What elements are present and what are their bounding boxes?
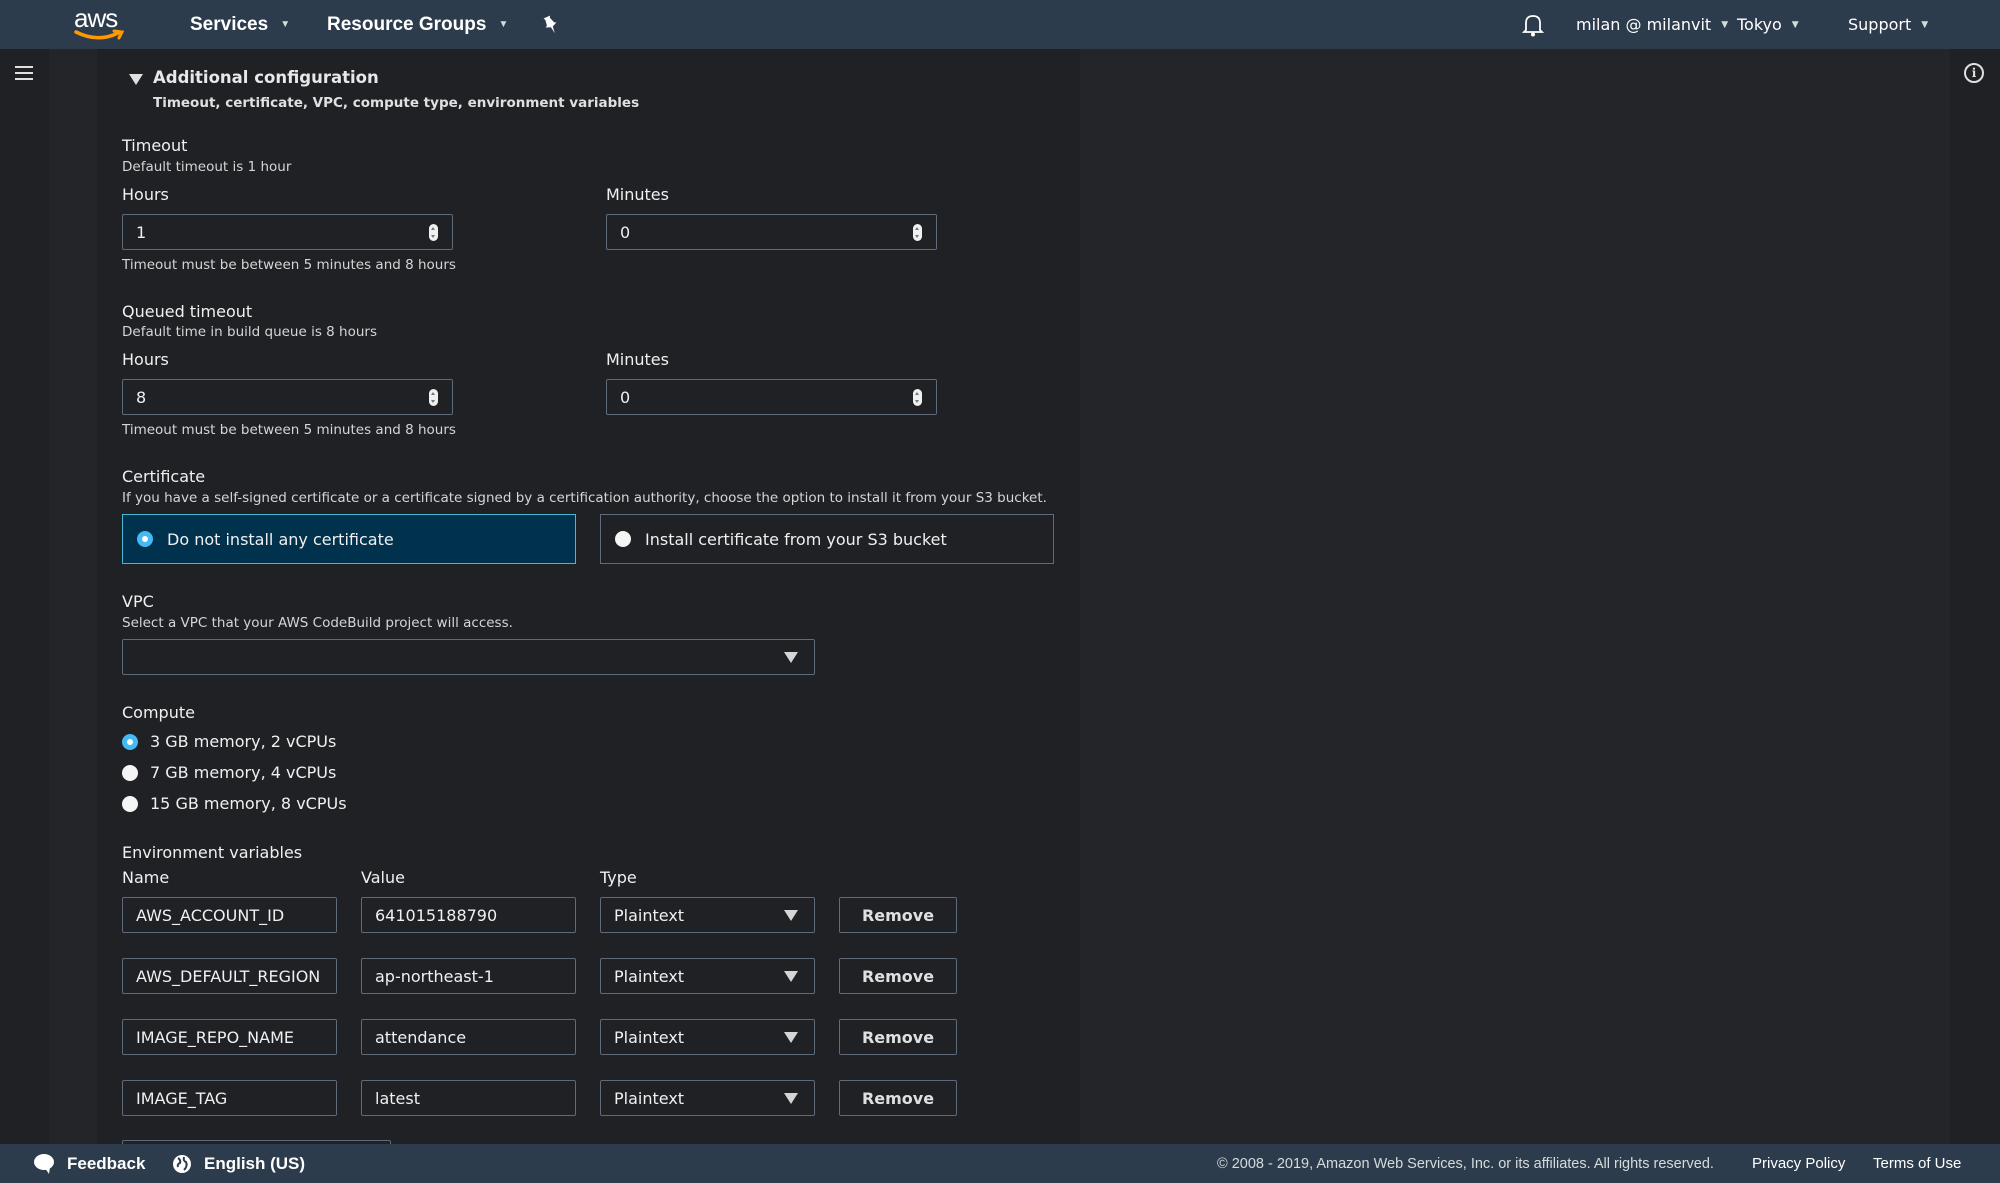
chevron-down-icon: ▼ — [280, 19, 291, 30]
left-gutter — [49, 49, 97, 1144]
timeout-minutes-label: Minutes — [606, 185, 669, 204]
remove-button[interactable]: Remove — [839, 897, 957, 933]
radio-unchecked-icon — [615, 531, 631, 547]
top-navigation: aws Services ▼ Resource Groups ▼ milan @… — [0, 0, 2000, 49]
hamburger-menu-icon[interactable] — [15, 66, 33, 80]
env-col-name: Name — [122, 868, 170, 887]
queued-timeout-hint: Timeout must be between 5 minutes and 8 … — [122, 422, 456, 438]
speech-bubble-icon — [34, 1153, 54, 1174]
services-menu[interactable]: Services ▼ — [190, 0, 290, 49]
radio-checked-icon — [137, 531, 153, 547]
account-menu[interactable]: milan @ milanvit ▼ — [1576, 0, 1728, 49]
aws-logo[interactable]: aws — [72, 3, 128, 43]
language-selector[interactable]: English (US) — [172, 1144, 305, 1183]
env-name-input[interactable]: IMAGE_TAG — [122, 1080, 337, 1116]
side-navigation-rail — [0, 49, 49, 1144]
footer: Feedback English (US) © 2008 - 2019, Ama… — [0, 1144, 2000, 1183]
env-name-input[interactable]: AWS_DEFAULT_REGION — [122, 958, 337, 994]
terms-of-use-link[interactable]: Terms of Use — [1873, 1144, 1961, 1183]
certificate-option-none[interactable]: Do not install any certificate — [122, 514, 576, 564]
timeout-description: Default timeout is 1 hour — [122, 159, 292, 175]
certificate-description: If you have a self-signed certificate or… — [122, 490, 1047, 506]
certificate-title: Certificate — [122, 467, 206, 486]
env-value-input[interactable]: 641015188790 — [361, 897, 576, 933]
env-col-value: Value — [361, 868, 405, 887]
section-title[interactable]: Additional configuration — [153, 68, 379, 87]
remove-button[interactable]: Remove — [839, 958, 957, 994]
queued-hours-input[interactable]: 8 — [122, 379, 453, 415]
chevron-down-icon: ▼ — [1721, 19, 1729, 30]
queued-timeout-description: Default time in build queue is 8 hours — [122, 324, 377, 340]
compute-title: Compute — [122, 703, 195, 722]
env-name-input[interactable]: AWS_ACCOUNT_ID — [122, 897, 337, 933]
number-spinner-icon[interactable] — [429, 389, 438, 406]
timeout-hours-label: Hours — [122, 185, 169, 204]
number-spinner-icon[interactable] — [429, 224, 438, 241]
resource-groups-menu[interactable]: Resource Groups ▼ — [327, 0, 508, 49]
env-value-input[interactable]: ap-northeast-1 — [361, 958, 576, 994]
collapse-triangle-icon[interactable] — [129, 74, 143, 85]
timeout-hours-input[interactable]: 1 — [122, 214, 453, 250]
env-type-select[interactable]: Plaintext — [600, 1080, 815, 1116]
remove-button[interactable]: Remove — [839, 1080, 957, 1116]
env-type-select[interactable]: Plaintext — [600, 1019, 815, 1055]
env-type-select[interactable]: Plaintext — [600, 958, 815, 994]
env-value-input[interactable]: attendance — [361, 1019, 576, 1055]
env-value-input[interactable]: latest — [361, 1080, 576, 1116]
vpc-description: Select a VPC that your AWS CodeBuild pro… — [122, 615, 513, 631]
timeout-title: Timeout — [122, 136, 188, 155]
section-subtitle: Timeout, certificate, VPC, compute type,… — [153, 95, 640, 111]
aws-smile-icon — [74, 29, 125, 40]
timeout-hint: Timeout must be between 5 minutes and 8 … — [122, 257, 456, 273]
env-name-input[interactable]: IMAGE_REPO_NAME — [122, 1019, 337, 1055]
privacy-policy-link[interactable]: Privacy Policy — [1752, 1144, 1845, 1183]
main-content: Additional configuration Timeout, certif… — [97, 49, 1080, 1150]
right-empty-area — [1080, 49, 1950, 1144]
dropdown-arrow-icon — [784, 1093, 798, 1104]
dropdown-arrow-icon — [784, 910, 798, 921]
chevron-down-icon: ▼ — [498, 19, 509, 30]
region-menu[interactable]: Tokyo ▼ — [1737, 0, 1799, 49]
info-icon[interactable]: i — [1964, 63, 1984, 83]
copyright-text: © 2008 - 2019, Amazon Web Services, Inc.… — [1217, 1155, 1714, 1172]
queued-minutes-input[interactable]: 0 — [606, 379, 937, 415]
compute-option-7gb[interactable]: 7 GB memory, 4 vCPUs — [122, 763, 336, 782]
vpc-select[interactable] — [122, 639, 815, 675]
queued-minutes-label: Minutes — [606, 350, 669, 369]
remove-button[interactable]: Remove — [839, 1019, 957, 1055]
number-spinner-icon[interactable] — [913, 389, 922, 406]
compute-option-3gb[interactable]: 3 GB memory, 2 vCPUs — [122, 732, 336, 751]
queued-timeout-title: Queued timeout — [122, 302, 253, 321]
bell-icon[interactable] — [1522, 0, 1544, 49]
chevron-down-icon: ▼ — [1791, 19, 1799, 30]
dropdown-arrow-icon — [784, 652, 798, 663]
queued-hours-label: Hours — [122, 350, 169, 369]
certificate-option-s3[interactable]: Install certificate from your S3 bucket — [600, 514, 1054, 564]
env-vars-title: Environment variables — [122, 843, 303, 862]
number-spinner-icon[interactable] — [913, 224, 922, 241]
vpc-title: VPC — [122, 592, 154, 611]
support-menu[interactable]: Support ▼ — [1848, 0, 1928, 49]
timeout-minutes-input[interactable]: 0 — [606, 214, 937, 250]
pin-icon[interactable] — [542, 0, 560, 49]
radio-unchecked-icon — [122, 764, 138, 781]
help-panel-rail — [1950, 49, 2000, 1144]
feedback-link[interactable]: Feedback — [33, 1144, 145, 1183]
env-col-type: Type — [600, 868, 637, 887]
radio-unchecked-icon — [122, 795, 138, 812]
radio-checked-icon — [122, 733, 138, 750]
env-type-select[interactable]: Plaintext — [600, 897, 815, 933]
globe-icon — [173, 1154, 191, 1173]
chevron-down-icon: ▼ — [1921, 19, 1929, 30]
compute-option-15gb[interactable]: 15 GB memory, 8 vCPUs — [122, 794, 347, 813]
dropdown-arrow-icon — [784, 1032, 798, 1043]
dropdown-arrow-icon — [784, 971, 798, 982]
